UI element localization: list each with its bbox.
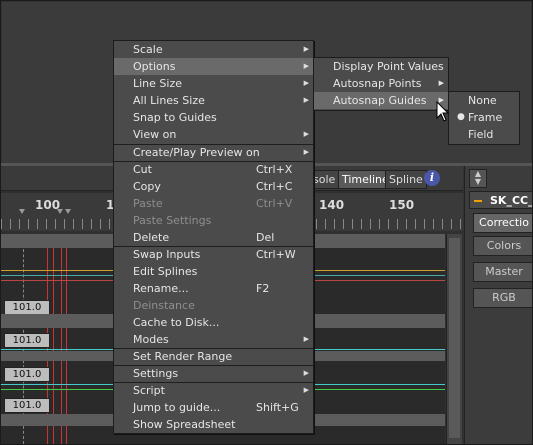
- vertical-scrollbar[interactable]: [446, 234, 462, 444]
- menu-item-script[interactable]: Script ▶: [114, 382, 313, 399]
- menu-item-set-render-range[interactable]: Set Render Range: [114, 348, 313, 365]
- menu-item-line-size[interactable]: Line Size ▶: [114, 75, 313, 92]
- triangle-right-icon: ▶: [303, 79, 309, 87]
- menu-item-rename[interactable]: Rename... F2: [114, 280, 313, 297]
- menu-item-all-lines-size[interactable]: All Lines Size ▶: [114, 92, 313, 109]
- menu-item-display-point-values[interactable]: Display Point Values: [314, 58, 448, 75]
- autosnap-guides-submenu: None ● Frame Field: [448, 91, 520, 145]
- menu-item-show-spreadsheet[interactable]: Show Spreadsheet: [114, 416, 313, 433]
- inspector-panel: ▲ ▼ SK_CC_ Correctio Colors Master RGB: [464, 166, 533, 444]
- tool-name: SK_CC_: [490, 194, 533, 207]
- menu-item-field[interactable]: Field: [449, 126, 519, 143]
- menu-item-none[interactable]: None: [449, 92, 519, 109]
- menu-item-deinstance: Deinstance: [133, 299, 195, 312]
- menu-item-jump-to-guide[interactable]: Jump to guide... Shift+G: [114, 399, 313, 416]
- menu-item-view-on[interactable]: View on ▶: [114, 126, 313, 143]
- checked-bullet-icon: ●: [457, 112, 465, 122]
- triangle-right-icon: ▶: [303, 45, 309, 53]
- options-submenu: Display Point Values Autosnap Points ▶ Au…: [313, 57, 449, 111]
- triangle-right-icon: ▶: [303, 386, 309, 394]
- menu-item-create-play-preview[interactable]: Create/Play Preview on ▶: [114, 144, 313, 161]
- track-value[interactable]: 101.0: [4, 300, 50, 315]
- guide-line-red: [66, 234, 67, 444]
- menu-item-snap-to-guides[interactable]: Snap to Guides: [114, 109, 313, 126]
- triangle-right-icon: ▶: [303, 62, 309, 70]
- ruler-label: 140: [319, 198, 345, 212]
- track-value[interactable]: 101.0: [4, 367, 50, 382]
- menu-item-autosnap-points[interactable]: Autosnap Points ▶: [314, 75, 448, 92]
- mouse-pointer-icon: [436, 101, 450, 122]
- menu-item-cut[interactable]: Cut Ctrl+X: [114, 161, 313, 178]
- collapse-dash-icon: [474, 200, 482, 202]
- context-menu: Scale ▶ Options ▶ Line Size ▶ All Lines Siz…: [113, 40, 314, 434]
- triangle-right-icon: ▶: [438, 79, 444, 87]
- track-value[interactable]: 101.0: [4, 333, 50, 348]
- correction-tab-button[interactable]: Correctio: [473, 213, 532, 233]
- triangle-right-icon: ▶: [303, 335, 309, 343]
- guide-line-red: [61, 234, 62, 444]
- triangle-right-icon: ▶: [303, 369, 309, 377]
- menu-item-modes[interactable]: Modes ▶: [114, 331, 313, 348]
- tool-header[interactable]: SK_CC_: [469, 191, 533, 209]
- ruler-label: 150: [389, 198, 415, 212]
- up-down-arrows-icon[interactable]: ▲ ▼: [469, 169, 487, 188]
- menu-item-edit-splines[interactable]: Edit Splines: [114, 263, 313, 280]
- guide-markers[interactable]: [19, 209, 79, 217]
- menu-item-paste-settings: Paste Settings: [133, 214, 212, 227]
- menu-item-swap-inputs[interactable]: Swap Inputs Ctrl+W: [114, 246, 313, 263]
- scrollbar-thumb[interactable]: [449, 238, 460, 438]
- rgb-button[interactable]: RGB: [473, 288, 532, 308]
- menu-item-settings[interactable]: Settings ▶: [114, 365, 313, 382]
- triangle-right-icon: ▶: [303, 96, 309, 104]
- info-icon[interactable]: i: [424, 170, 440, 186]
- guide-line-red: [53, 234, 54, 444]
- menu-item-delete[interactable]: Delete Del: [114, 229, 313, 246]
- menu-item-options[interactable]: Options ▶: [114, 58, 313, 75]
- menu-item-scale[interactable]: Scale ▶: [114, 41, 313, 58]
- master-button[interactable]: Master: [473, 262, 532, 282]
- triangle-right-icon: ▶: [303, 148, 309, 156]
- menu-item-copy[interactable]: Copy Ctrl+C: [114, 178, 313, 195]
- menu-item-paste: Paste Ctrl+V: [133, 197, 293, 210]
- colors-button[interactable]: Colors: [473, 236, 532, 256]
- menu-item-cache-to-disk[interactable]: Cache to Disk...: [114, 314, 313, 331]
- tab-spline[interactable]: Spline: [385, 170, 427, 189]
- triangle-right-icon: ▶: [303, 130, 309, 138]
- menu-item-autosnap-guides[interactable]: Autosnap Guides ▶: [314, 92, 448, 109]
- track-value[interactable]: 101.0: [4, 398, 50, 413]
- menu-item-frame[interactable]: ● Frame: [449, 109, 519, 126]
